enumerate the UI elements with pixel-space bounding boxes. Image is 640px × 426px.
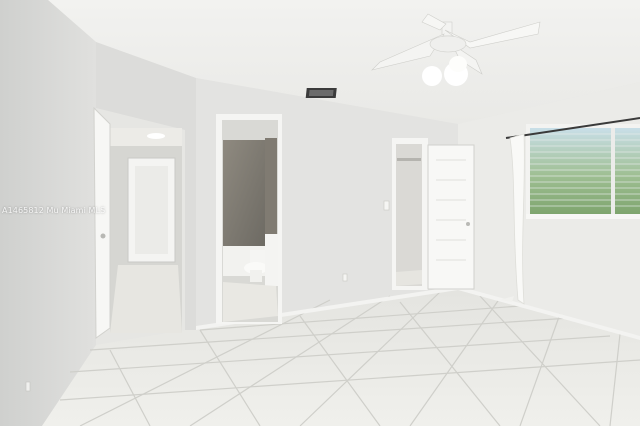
closet-floor bbox=[396, 270, 422, 286]
wall-outlet bbox=[342, 273, 348, 282]
hallway-ceiling bbox=[110, 128, 182, 146]
window-mullion bbox=[611, 128, 615, 214]
window-sill bbox=[526, 214, 640, 219]
toilet-tank bbox=[250, 250, 266, 264]
fan-light-left bbox=[422, 66, 442, 86]
door-knob bbox=[100, 233, 106, 239]
window-glass bbox=[530, 128, 640, 214]
bathroom-vanity bbox=[265, 234, 278, 286]
toilet-base bbox=[250, 270, 262, 282]
ceiling-vent-grille bbox=[308, 90, 334, 96]
bedroom-door-open bbox=[93, 106, 111, 339]
hallway-light bbox=[147, 133, 165, 139]
hallway-floor bbox=[110, 265, 182, 333]
fan-light-back bbox=[449, 56, 467, 72]
closet-door-knob bbox=[466, 222, 470, 226]
bathroom-floor bbox=[223, 282, 278, 322]
closet-rod bbox=[397, 158, 421, 161]
closet-opening bbox=[396, 144, 422, 286]
shower-tile-wall-side bbox=[265, 138, 277, 248]
light-switch bbox=[383, 200, 390, 211]
wall-outlet-left bbox=[25, 381, 31, 392]
hallway-closet-door-panel bbox=[135, 166, 168, 254]
room-photo: A1465812 Mu Miami MLS bbox=[0, 0, 640, 426]
mls-watermark: A1465812 Mu Miami MLS bbox=[2, 206, 106, 215]
closet-door bbox=[427, 144, 475, 290]
shower-tile-wall bbox=[223, 140, 265, 248]
